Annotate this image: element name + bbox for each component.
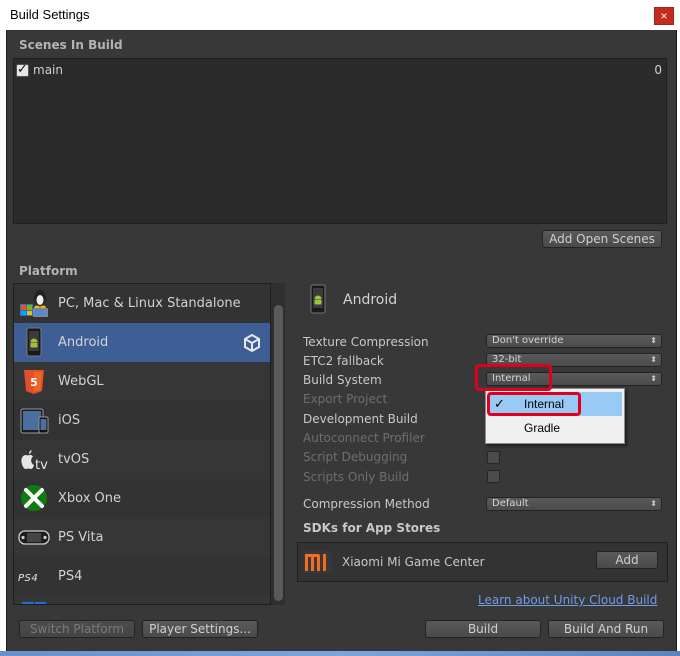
build-system-label: Build System xyxy=(303,373,382,387)
etc2-fallback-label: ETC2 fallback xyxy=(303,354,384,368)
platform-label: Xbox One xyxy=(58,491,122,506)
title-bar: Build Settings × xyxy=(0,0,680,30)
texture-compression-dropdown[interactable]: Don't override ⬍ xyxy=(486,334,662,348)
close-button[interactable]: × xyxy=(654,7,674,25)
pc-mac-linux-icon xyxy=(20,290,48,317)
svg-text:5: 5 xyxy=(30,376,38,389)
ps-vita-icon xyxy=(18,530,50,545)
svg-text:tv: tv xyxy=(35,458,48,473)
platform-item-ps-vita[interactable]: PS Vita xyxy=(14,518,270,557)
autoconnect-profiler-label: Autoconnect Profiler xyxy=(303,431,425,445)
windows-store-icon xyxy=(22,602,46,604)
development-build-label: Development Build xyxy=(303,412,418,426)
xiaomi-logo-icon xyxy=(304,551,332,573)
platform-list: PC, Mac & Linux Standalone Android 5 Web… xyxy=(13,283,271,605)
platform-label: PC, Mac & Linux Standalone xyxy=(58,296,241,311)
script-debugging-checkbox[interactable] xyxy=(487,451,500,464)
platform-header: Platform xyxy=(19,264,78,278)
sdk-name: Xiaomi Mi Game Center xyxy=(342,555,485,569)
settings-platform-title: Android xyxy=(343,292,398,308)
platform-scrollbar[interactable] xyxy=(271,283,285,605)
dropdown-arrows-icon: ⬍ xyxy=(650,374,657,383)
scripts-only-build-checkbox[interactable] xyxy=(487,470,500,483)
platform-item-xbox-one[interactable]: Xbox One xyxy=(14,479,270,518)
scenes-in-build-header: Scenes In Build xyxy=(19,38,123,52)
cloud-build-link[interactable]: Learn about Unity Cloud Build xyxy=(478,593,657,607)
menu-item-label: Gradle xyxy=(524,421,561,435)
script-debugging-label: Script Debugging xyxy=(303,450,408,464)
html5-icon: 5 xyxy=(24,370,44,394)
scrollbar-thumb[interactable] xyxy=(274,305,283,601)
platform-item-ios[interactable]: iOS xyxy=(14,401,270,440)
scenes-list[interactable]: ✓ main 0 xyxy=(13,58,667,224)
android-icon xyxy=(26,327,42,357)
platform-item-ps4[interactable]: PS4 PS4 xyxy=(14,557,270,596)
platform-label: PS Vita xyxy=(58,530,104,545)
platform-item-standalone[interactable]: PC, Mac & Linux Standalone xyxy=(14,284,270,323)
scripts-only-build-label: Scripts Only Build xyxy=(303,470,410,484)
scene-checkbox[interactable]: ✓ xyxy=(16,62,29,77)
dropdown-arrows-icon: ⬍ xyxy=(650,336,657,345)
android-settings-icon xyxy=(310,284,326,314)
compression-method-dropdown[interactable]: Default ⬍ xyxy=(486,497,662,511)
menu-item-gradle[interactable]: Gradle xyxy=(488,416,622,440)
build-and-run-button[interactable]: Build And Run xyxy=(548,620,664,638)
desktop-strip xyxy=(0,651,680,656)
platform-label: Android xyxy=(58,335,109,350)
close-icon: × xyxy=(660,9,668,23)
platform-item-tvos[interactable]: tv tvOS xyxy=(14,440,270,479)
annotation-highlight-dropdown xyxy=(475,364,552,391)
switch-platform-button[interactable]: Switch Platform xyxy=(19,620,135,638)
annotation-highlight-internal xyxy=(487,392,581,416)
svg-text:PS4: PS4 xyxy=(18,573,38,584)
platform-label: tvOS xyxy=(58,452,90,467)
ios-device-icon xyxy=(20,408,49,434)
sdk-row: Xiaomi Mi Game Center Add xyxy=(297,542,668,582)
apple-tv-icon: tv xyxy=(21,450,48,473)
window-title: Build Settings xyxy=(10,7,90,22)
xbox-icon xyxy=(21,485,47,511)
checkmark-icon: ✓ xyxy=(17,62,28,77)
dropdown-value: Don't override xyxy=(492,335,564,346)
dropdown-arrows-icon: ⬍ xyxy=(650,499,657,508)
build-settings-window: Scenes In Build ✓ main 0 Add Open Scenes… xyxy=(6,30,677,653)
player-settings-button[interactable]: Player Settings... xyxy=(142,620,258,638)
build-button[interactable]: Build xyxy=(425,620,541,638)
platform-label: iOS xyxy=(58,413,81,428)
dropdown-arrows-icon: ⬍ xyxy=(650,355,657,364)
platform-item-webgl[interactable]: 5 WebGL xyxy=(14,362,270,401)
dropdown-value: Default xyxy=(492,498,529,509)
platform-label: PS4 xyxy=(58,569,83,584)
platform-item-next[interactable] xyxy=(14,596,270,604)
scene-index: 0 xyxy=(654,63,662,77)
add-open-scenes-button[interactable]: Add Open Scenes xyxy=(542,230,662,248)
platform-item-android[interactable]: Android xyxy=(14,323,270,362)
scene-row[interactable]: ✓ main 0 xyxy=(16,62,664,80)
export-project-label: Export Project xyxy=(303,392,388,406)
ps4-icon: PS4 xyxy=(18,573,38,584)
add-sdk-button[interactable]: Add xyxy=(596,551,658,569)
sdks-header: SDKs for App Stores xyxy=(303,521,441,535)
texture-compression-label: Texture Compression xyxy=(303,335,429,349)
compression-method-label: Compression Method xyxy=(303,497,430,511)
unity-logo-icon xyxy=(244,333,260,353)
scene-name: main xyxy=(33,63,63,77)
platform-label: WebGL xyxy=(58,374,104,389)
